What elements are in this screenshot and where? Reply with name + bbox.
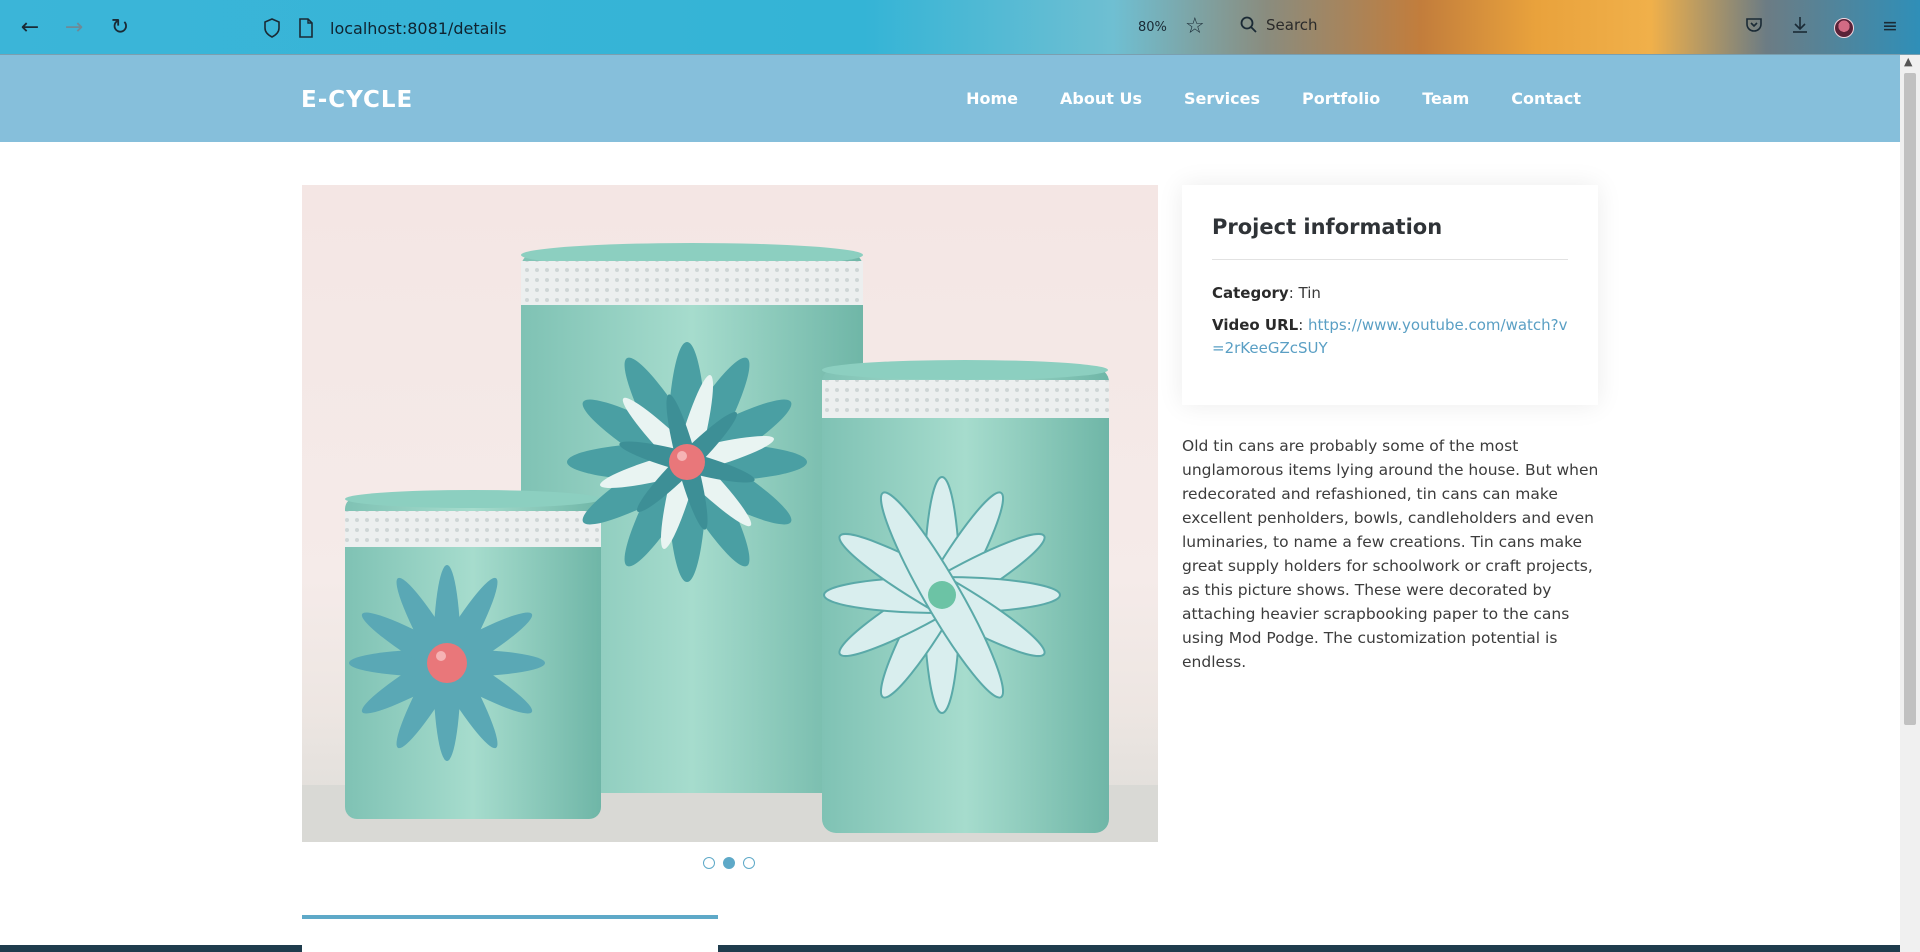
forward-icon[interactable]: →: [60, 14, 88, 42]
pocket-icon[interactable]: [1742, 15, 1766, 40]
search-icon: [1240, 16, 1257, 33]
main-nav: Home About Us Services Portfolio Team Co…: [966, 89, 1581, 108]
search-placeholder: Search: [1266, 16, 1318, 34]
bookmark-star-icon[interactable]: ☆: [1185, 14, 1205, 39]
url-text[interactable]: localhost:8081/details: [330, 19, 507, 38]
nav-team[interactable]: Team: [1422, 89, 1469, 108]
back-icon[interactable]: ←: [16, 14, 44, 42]
divider: [1212, 259, 1568, 260]
scroll-thumb[interactable]: [1904, 73, 1916, 725]
shield-icon[interactable]: [262, 18, 282, 38]
project-description: Old tin cans are probably some of the mo…: [1182, 437, 1599, 671]
nav-home[interactable]: Home: [966, 89, 1018, 108]
reload-icon[interactable]: ↻: [106, 14, 134, 42]
page-scrollbar[interactable]: ▲: [1900, 55, 1920, 952]
download-icon[interactable]: [1788, 15, 1812, 40]
project-info-title: Project information: [1212, 215, 1443, 239]
category-row: Category: Tin: [1212, 284, 1321, 302]
video-url-label: Video URL: [1212, 316, 1299, 334]
carousel-dot[interactable]: [743, 857, 755, 869]
site-logo[interactable]: E-CYCLE: [301, 87, 413, 113]
project-image: [302, 185, 1158, 842]
nav-contact[interactable]: Contact: [1511, 89, 1581, 108]
avatar[interactable]: [1834, 18, 1854, 38]
carousel-dot[interactable]: [703, 857, 715, 869]
menu-icon[interactable]: ≡: [1878, 15, 1902, 37]
nav-portfolio[interactable]: Portfolio: [1302, 89, 1380, 108]
carousel-dot-active[interactable]: [723, 857, 735, 869]
carousel-indicators: [703, 857, 755, 869]
category-value: Tin: [1298, 284, 1321, 302]
footer-tab: [302, 915, 718, 952]
zoom-level[interactable]: 80%: [1138, 20, 1167, 35]
category-label: Category: [1212, 284, 1289, 302]
project-info-card: Project information Category: Tin Video …: [1182, 185, 1598, 405]
search-input[interactable]: Search: [1240, 16, 1318, 34]
site-header: E-CYCLE Home About Us Services Portfolio…: [0, 55, 1900, 142]
nav-about-us[interactable]: About Us: [1060, 89, 1142, 108]
address-bar[interactable]: localhost:8081/details: [262, 13, 507, 43]
footer-strip: [0, 945, 1900, 952]
page-icon: [296, 18, 316, 38]
browser-toolbar: ← → ↻ localhost:8081/details 80% ☆ Searc…: [0, 0, 1920, 55]
video-url-row: Video URL: https://www.youtube.com/watch…: [1212, 316, 1568, 357]
nav-services[interactable]: Services: [1184, 89, 1260, 108]
scroll-up-icon[interactable]: ▲: [1904, 55, 1912, 68]
